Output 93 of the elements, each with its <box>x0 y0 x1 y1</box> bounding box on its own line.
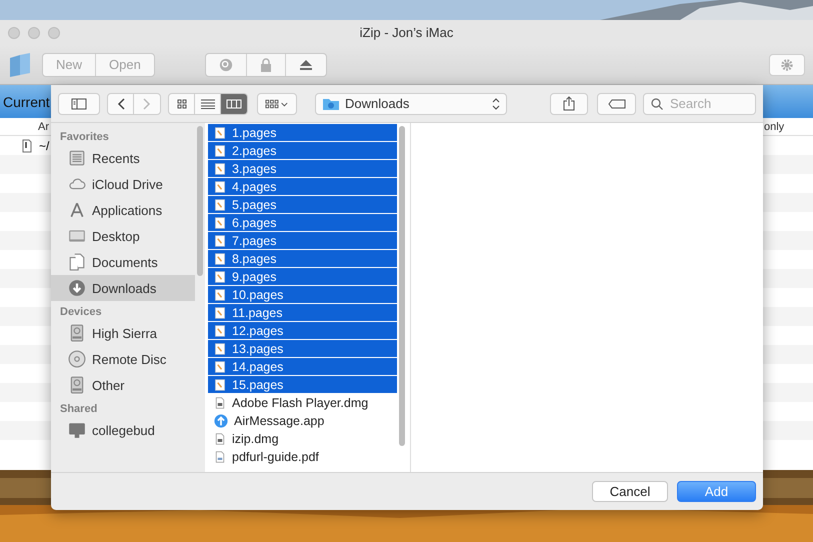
file-row[interactable]: 12.pages <box>208 322 397 340</box>
sidebar-item[interactable]: Remote Disc <box>51 346 195 372</box>
scrollbar-thumb[interactable] <box>197 126 203 276</box>
sidebar-toggle-button[interactable] <box>58 92 100 114</box>
minimize-button[interactable] <box>28 26 40 38</box>
file-row[interactable]: AirMessage.app <box>208 412 397 430</box>
file-row[interactable]: 14.pages <box>208 358 397 376</box>
sidebar-item[interactable]: Recents <box>51 145 195 171</box>
sidebar-item[interactable]: Downloads <box>51 275 195 301</box>
archive-path: ~/ <box>39 138 50 152</box>
file-row[interactable]: 6.pages <box>208 214 397 232</box>
sidebar-item[interactable]: Applications <box>51 197 195 223</box>
column-view-button[interactable] <box>221 94 247 114</box>
document-icon <box>214 342 226 356</box>
file-row[interactable]: Adobe Flash Player.dmg <box>208 394 397 412</box>
share-button[interactable] <box>550 92 588 114</box>
document-icon <box>214 324 226 338</box>
archive-header: Current <box>3 94 50 110</box>
document-icon <box>214 360 226 374</box>
file-row[interactable]: 15.pages <box>208 376 397 394</box>
upload-app-icon <box>214 414 228 428</box>
disk-image-icon <box>214 396 226 410</box>
file-row[interactable]: 11.pages <box>208 304 397 322</box>
sidebar-item[interactable]: Other <box>51 372 195 398</box>
settings-icon <box>780 58 794 72</box>
file-row[interactable]: 1.pages <box>208 124 397 142</box>
disk-image-icon <box>214 432 226 446</box>
file-row[interactable]: 3.pages <box>208 160 397 178</box>
recents-icon <box>68 149 86 167</box>
column-header[interactable]: only <box>764 120 784 132</box>
file-row[interactable]: 9.pages <box>208 268 397 286</box>
downloads-icon <box>68 279 86 297</box>
applications-icon <box>68 201 86 219</box>
sidebar-item[interactable]: Desktop <box>51 223 195 249</box>
file-icon <box>22 138 32 152</box>
document-icon <box>214 144 226 158</box>
updown-icon <box>492 98 500 110</box>
sidebar-item[interactable]: collegebud <box>51 417 195 443</box>
sidebar-heading: Shared <box>59 402 98 417</box>
window-title: iZip - Jon’s iMac <box>360 25 454 40</box>
column-header[interactable]: Ar <box>38 120 49 132</box>
forward-icon <box>143 98 151 110</box>
disc-icon <box>68 350 86 368</box>
file-row[interactable]: 2.pages <box>208 142 397 160</box>
search-field[interactable]: Search <box>643 92 756 114</box>
columns-icon <box>226 98 242 108</box>
location-popup[interactable]: Downloads <box>315 92 507 114</box>
file-row[interactable]: izip.dmg <box>208 430 397 448</box>
document-icon <box>214 216 226 230</box>
document-icon <box>214 306 226 320</box>
document-icon <box>214 288 226 302</box>
cancel-button[interactable]: Cancel <box>592 481 668 502</box>
document-icon <box>214 252 226 266</box>
computer-icon <box>68 421 86 439</box>
scrollbar-thumb[interactable] <box>399 126 405 446</box>
sidebar-item[interactable]: iCloud Drive <box>51 171 195 197</box>
arrange-button[interactable] <box>257 92 297 114</box>
file-row[interactable]: 4.pages <box>208 178 397 196</box>
document-icon <box>214 126 226 140</box>
eject-icon <box>298 58 313 70</box>
grid-icon <box>176 98 186 108</box>
file-row[interactable]: 7.pages <box>208 232 397 250</box>
list-icon <box>200 98 214 108</box>
file-row[interactable]: 10.pages <box>208 286 397 304</box>
magnifier-icon <box>218 58 233 72</box>
sidebar-item[interactable]: High Sierra <box>51 320 195 346</box>
tag-icon <box>608 98 626 108</box>
search-icon <box>651 98 663 110</box>
sidebar-heading: Favorites <box>59 130 110 145</box>
document-icon <box>214 198 226 212</box>
document-icon <box>214 180 226 194</box>
folder-icon <box>322 96 340 110</box>
zoom-button[interactable] <box>48 26 60 38</box>
sidebar-icon <box>71 98 87 110</box>
document-icon <box>214 234 226 248</box>
sidebar-heading: Devices <box>59 305 103 320</box>
file-row[interactable]: 5.pages <box>208 196 397 214</box>
document-icon <box>214 270 226 284</box>
documents-icon <box>68 253 86 271</box>
sidebar-item[interactable]: Documents <box>51 249 195 275</box>
close-button[interactable] <box>8 26 20 38</box>
document-icon <box>214 162 226 176</box>
settings-button[interactable] <box>769 54 805 76</box>
arrange-icon <box>265 98 289 108</box>
document-icon <box>214 378 226 392</box>
tag-button[interactable] <box>597 92 636 114</box>
pdf-file-icon <box>214 450 226 464</box>
file-row[interactable]: pdfurl-guide.pdf <box>208 448 397 466</box>
lock-icon <box>260 58 272 72</box>
file-row[interactable]: 8.pages <box>208 250 397 268</box>
back-icon <box>116 98 124 110</box>
share-icon <box>563 96 575 111</box>
file-row[interactable]: 13.pages <box>208 340 397 358</box>
